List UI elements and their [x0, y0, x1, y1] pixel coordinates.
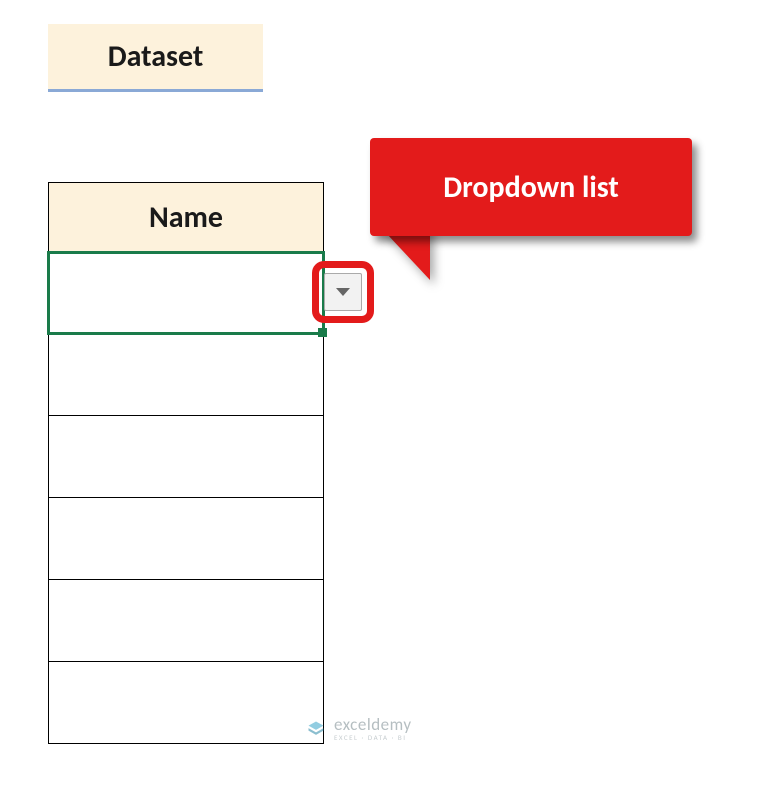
- table-row[interactable]: [48, 498, 324, 580]
- table-row[interactable]: [48, 416, 324, 498]
- dataset-title: Dataset: [48, 24, 263, 92]
- table-row[interactable]: [48, 580, 324, 662]
- watermark-brand: exceldemy: [334, 716, 412, 733]
- exceldemy-logo-icon: [306, 719, 326, 739]
- callout-box: Dropdown list: [370, 138, 692, 236]
- watermark-subtitle: EXCEL · DATA · BI: [334, 734, 412, 741]
- selected-cell[interactable]: [47, 251, 325, 335]
- callout-label: Dropdown list: [443, 169, 619, 206]
- table-row[interactable]: [48, 334, 324, 416]
- column-header-name[interactable]: Name: [48, 182, 324, 252]
- dropdown-button[interactable]: [324, 273, 362, 311]
- table-row[interactable]: [48, 662, 324, 744]
- fill-handle[interactable]: [318, 328, 327, 337]
- watermark: exceldemy EXCEL · DATA · BI: [306, 716, 412, 741]
